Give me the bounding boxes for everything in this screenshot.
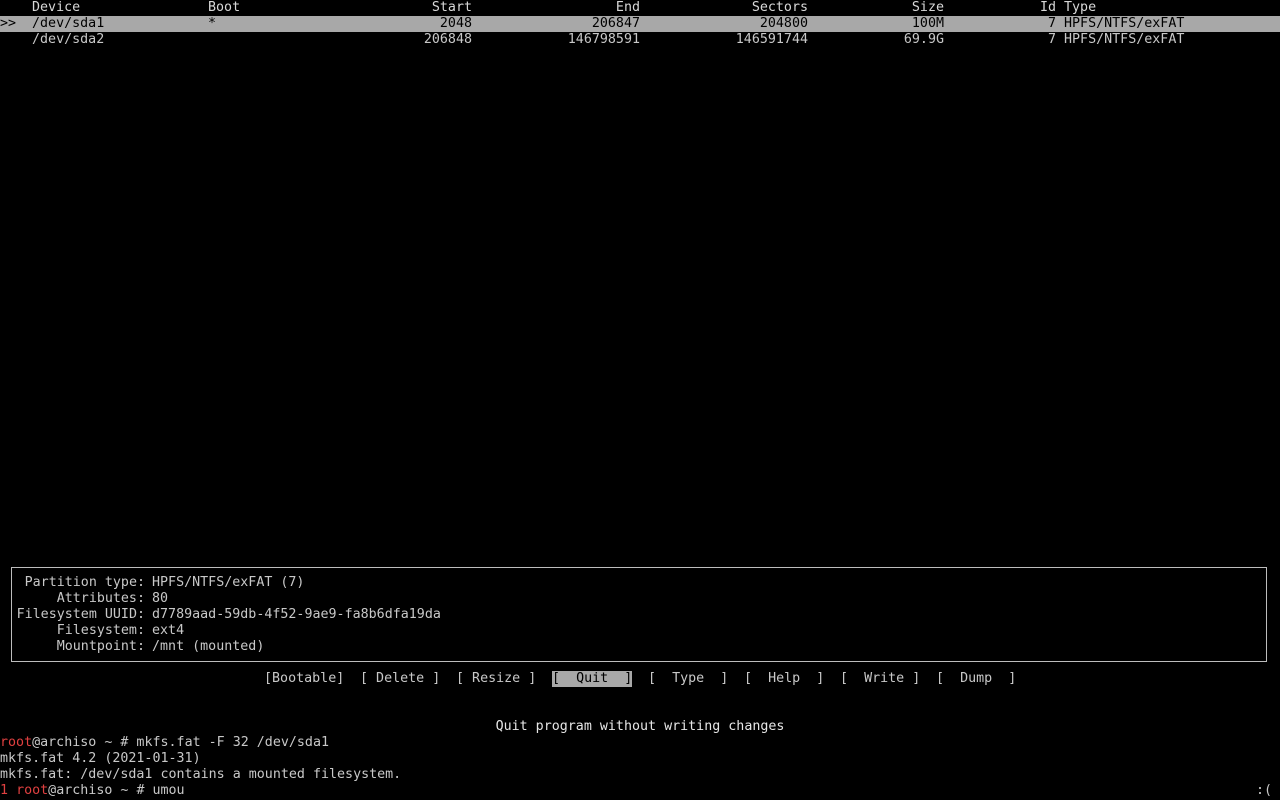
col-type-header: Type <box>1064 0 1097 15</box>
info-value-filesystem: ext4 <box>152 623 185 638</box>
shell-command-text: @archiso ~ # mkfs.fat -F 32 /dev/sda1 <box>32 735 330 750</box>
resize-button[interactable]: [ Resize ] <box>456 671 536 687</box>
row-type: HPFS/NTFS/exFAT <box>1064 32 1185 47</box>
shell-line-command: root@archiso ~ # mkfs.fat -F 32 /dev/sda… <box>0 735 329 751</box>
row-boot: * <box>208 16 217 31</box>
status-indicator: :( <box>1255 783 1272 798</box>
delete-button[interactable]: [ Delete ] <box>360 671 440 687</box>
col-id-header: Id <box>1039 0 1056 15</box>
row-device: /dev/sda1 <box>32 16 105 31</box>
row-sectors: 146591744 <box>735 32 808 47</box>
shell-input-text: @archiso ~ # umou <box>48 783 185 798</box>
info-label-filesystem-uuid: Filesystem UUID: <box>16 607 145 622</box>
col-end-header: End <box>615 0 640 15</box>
write-button[interactable]: [ Write ] <box>840 671 920 687</box>
col-start-header: Start <box>431 0 472 15</box>
shell-user: root <box>16 783 49 798</box>
row-id: 7 <box>1047 32 1056 47</box>
table-row[interactable]: >> /dev/sda1 * 2048 206847 204800 100M 7… <box>0 16 1280 32</box>
action-hint: Quit program without writing changes <box>495 719 785 734</box>
row-device: /dev/sda2 <box>32 32 105 47</box>
shell-line-version: mkfs.fat 4.2 (2021-01-31) <box>0 751 201 766</box>
shell-line-error: mkfs.fat: /dev/sda1 contains a mounted f… <box>0 767 402 782</box>
info-label-partition-type: Partition type: <box>24 575 145 590</box>
info-label-attributes: Attributes: <box>56 591 145 606</box>
row-end: 206847 <box>591 16 640 31</box>
table-row[interactable]: /dev/sda2 206848 146798591 146591744 69.… <box>0 32 1280 48</box>
bootable-button[interactable]: [Bootable] <box>264 671 344 687</box>
shell-prompt[interactable]: 1 root@archiso ~ # umou <box>0 783 185 799</box>
col-size-header: Size <box>911 0 944 15</box>
type-button[interactable]: [ Type ] <box>648 671 728 687</box>
info-value-attributes: 80 <box>152 591 169 606</box>
exit-code: 1 <box>0 783 9 798</box>
row-sectors: 204800 <box>759 16 808 31</box>
row-start: 206848 <box>423 32 472 47</box>
row-size: 69.9G <box>903 32 944 47</box>
col-sectors-header: Sectors <box>751 0 808 15</box>
selection-marker: >> <box>0 16 17 31</box>
col-boot-header: Boot <box>208 0 241 15</box>
quit-button[interactable]: [ Quit ] <box>552 671 633 687</box>
row-start: 2048 <box>439 16 472 31</box>
help-button[interactable]: [ Help ] <box>744 671 824 687</box>
info-value-partition-type: HPFS/NTFS/exFAT (7) <box>152 575 305 590</box>
info-value-mountpoint: /mnt (mounted) <box>152 639 265 654</box>
col-device-header: Device <box>32 0 81 15</box>
info-value-filesystem-uuid: d7789aad-59db-4f52-9ae9-fa8b6dfa19da <box>152 607 441 622</box>
info-label-mountpoint: Mountpoint: <box>56 639 145 654</box>
row-id: 7 <box>1047 16 1056 31</box>
row-type: HPFS/NTFS/exFAT <box>1064 16 1185 31</box>
table-header: Device Boot Start End Sectors Size Id Ty… <box>0 0 1280 16</box>
dump-button[interactable]: [ Dump ] <box>936 671 1016 687</box>
info-label-filesystem: Filesystem: <box>56 623 145 638</box>
shell-user: root <box>0 735 33 750</box>
row-size: 100M <box>911 16 944 31</box>
row-end: 146798591 <box>567 32 640 47</box>
